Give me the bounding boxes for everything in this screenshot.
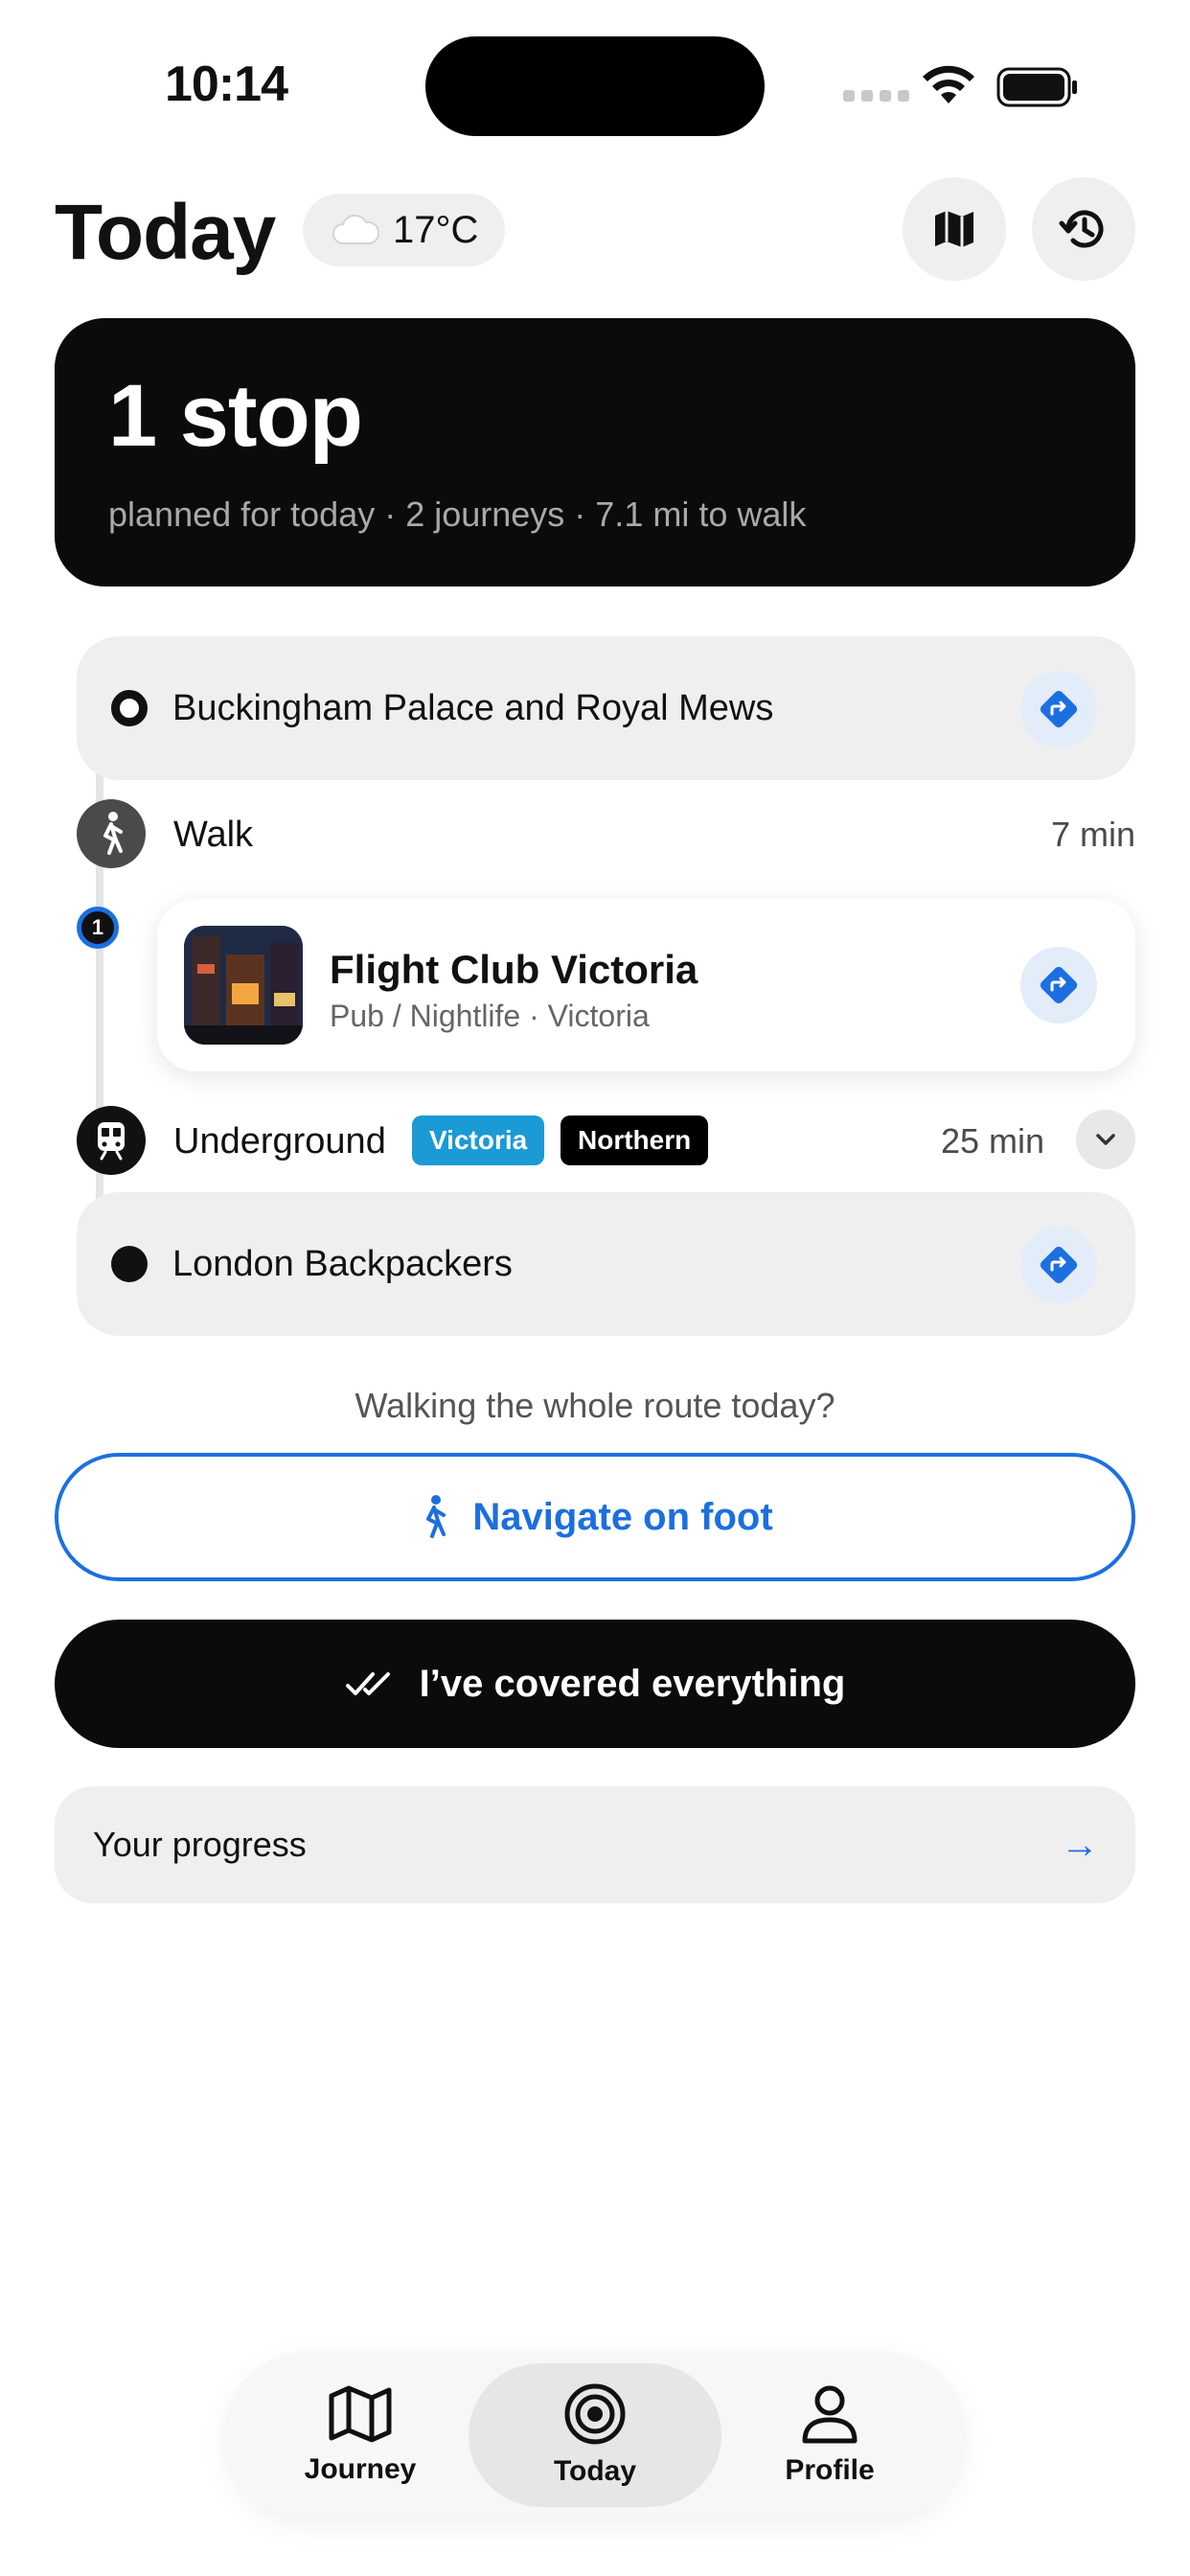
- stop-name: Flight Club Victoria: [330, 947, 698, 992]
- end-stop-name: London Backpackers: [172, 1243, 513, 1284]
- target-icon: [564, 2383, 626, 2445]
- covered-everything-button[interactable]: I’ve covered everything: [55, 1620, 1135, 1748]
- cloud-icon: [332, 215, 379, 244]
- walk-prompt: Walking the whole route today?: [355, 1386, 835, 1425]
- start-marker-icon: [111, 690, 148, 726]
- walking-person-icon: [103, 812, 123, 855]
- weather-chip: 17°C: [303, 194, 506, 266]
- tab-journey[interactable]: Journey: [234, 2363, 487, 2507]
- underground-leg-label: Underground: [173, 1121, 386, 1162]
- place-thumbnail: [184, 926, 303, 1045]
- stop-category: Pub / Nightlife · Victoria: [330, 999, 650, 1033]
- map-icon: [329, 2385, 392, 2443]
- underground-leg-duration: 25 min: [941, 1121, 1045, 1161]
- history-icon: [1059, 210, 1104, 248]
- summary-subtitle: planned for today · 2 journeys · 7.1 mi …: [108, 494, 807, 534]
- tab-profile[interactable]: Profile: [703, 2363, 956, 2507]
- your-progress-row[interactable]: Your progress →: [55, 1786, 1135, 1903]
- battery-icon: [996, 67, 1077, 107]
- end-stop-card[interactable]: London Backpackers: [77, 1192, 1135, 1336]
- start-directions-button[interactable]: [1020, 671, 1097, 748]
- stop-number-badge: 1: [77, 907, 119, 949]
- northern-line-badge: Northern: [561, 1116, 709, 1165]
- directions-icon: [1040, 690, 1078, 728]
- map-icon: [935, 211, 973, 247]
- page-title: Today: [55, 189, 276, 276]
- tab-today[interactable]: Today: [469, 2363, 721, 2507]
- tab-profile-label: Profile: [785, 2454, 875, 2486]
- chevron-down-icon: [1096, 1134, 1115, 1145]
- walk-leg-label: Walk: [173, 815, 254, 855]
- covered-everything-label: I’ve covered everything: [419, 1662, 846, 1705]
- double-check-icon: [345, 1672, 390, 1695]
- navigate-on-foot-button[interactable]: Navigate on foot: [55, 1453, 1135, 1581]
- history-button[interactable]: [1032, 177, 1135, 281]
- end-directions-button[interactable]: [1020, 1227, 1097, 1303]
- stop-directions-button[interactable]: [1020, 947, 1097, 1024]
- stop-count-headline: 1 stop: [108, 367, 363, 465]
- tab-today-label: Today: [553, 2455, 637, 2487]
- end-marker-icon: [111, 1246, 148, 1282]
- arrow-right-icon: →: [1061, 1823, 1099, 1866]
- expand-leg-button[interactable]: [1076, 1110, 1135, 1169]
- start-stop-name: Buckingham Palace and Royal Mews: [172, 687, 774, 728]
- person-icon: [802, 2385, 858, 2444]
- wifi-icon: [923, 65, 974, 104]
- your-progress-label: Your progress: [93, 1825, 307, 1864]
- directions-icon: [1040, 966, 1078, 1004]
- walk-leg-duration: 7 min: [1050, 815, 1135, 854]
- dynamic-island: [425, 36, 765, 136]
- bottom-tab-bar: Journey Today Profile: [224, 2352, 966, 2518]
- today-summary-card: 1 stop planned for today · 2 journeys · …: [55, 318, 1135, 586]
- weather-temperature: 17°C: [393, 208, 479, 251]
- cellular-signal-icon: [843, 90, 909, 102]
- start-stop-card[interactable]: Buckingham Palace and Royal Mews: [77, 636, 1135, 780]
- underground-leg-icon: [77, 1106, 146, 1175]
- status-time: 10:14: [165, 57, 288, 112]
- directions-icon: [1040, 1246, 1078, 1284]
- walking-person-icon: [426, 1495, 446, 1538]
- map-button[interactable]: [903, 177, 1006, 281]
- train-icon: [98, 1122, 125, 1161]
- stop-card-flight-club[interactable]: Flight Club Victoria Pub / Nightlife · V…: [157, 899, 1135, 1071]
- walk-leg-icon: [77, 799, 146, 868]
- victoria-line-badge: Victoria: [412, 1116, 545, 1165]
- navigate-on-foot-label: Navigate on foot: [472, 1495, 773, 1538]
- tab-journey-label: Journey: [304, 2453, 417, 2485]
